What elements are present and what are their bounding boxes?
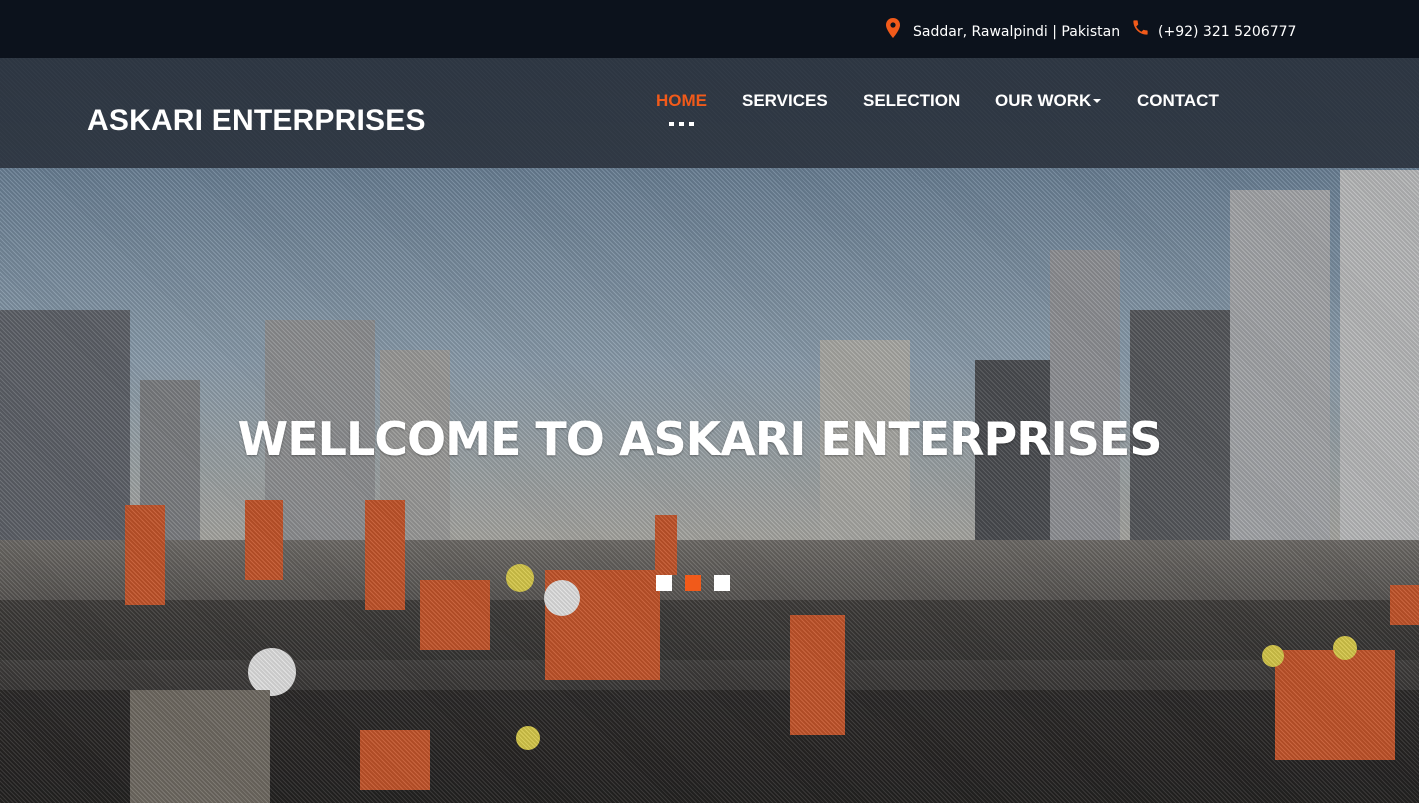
nav-our-work-label: OUR WORK [995, 91, 1092, 110]
site-header: ASKARI ENTERPRISES HOME SERVICES SELECTI… [0, 58, 1419, 168]
phone-info[interactable]: (+92) 321 5206777 [1131, 18, 1296, 40]
nav-services[interactable]: SERVICES [742, 91, 828, 111]
active-nav-indicator [669, 122, 694, 126]
top-info-bar: Saddar, Rawalpindi | Pakistan (+92) 321 … [0, 0, 1419, 58]
nav-contact[interactable]: CONTACT [1137, 91, 1219, 111]
nav-our-work[interactable]: OUR WORK [995, 91, 1102, 111]
phone-icon [1131, 18, 1149, 40]
indicator-dot [689, 122, 694, 126]
hero-title: WELLCOME TO ASKARI ENTERPRISES [237, 412, 1163, 466]
nav-selection[interactable]: SELECTION [863, 91, 960, 111]
main-nav: HOME SERVICES SELECTION OUR WORK CONTACT [0, 91, 1419, 121]
map-pin-icon [886, 18, 904, 40]
location-info: Saddar, Rawalpindi | Pakistan [886, 18, 1120, 40]
page: Saddar, Rawalpindi | Pakistan (+92) 321 … [0, 0, 1419, 803]
location-text: Saddar, Rawalpindi | Pakistan [913, 24, 1121, 40]
phone-text: (+92) 321 5206777 [1158, 24, 1297, 40]
chevron-down-icon [1093, 99, 1102, 103]
slider-dot-1[interactable] [656, 575, 672, 591]
slider-dot-2[interactable] [685, 575, 701, 591]
nav-home[interactable]: HOME [656, 91, 707, 111]
slider-pagination [656, 575, 730, 591]
indicator-dot [679, 122, 684, 126]
slider-dot-3[interactable] [714, 575, 730, 591]
indicator-dot [669, 122, 674, 126]
